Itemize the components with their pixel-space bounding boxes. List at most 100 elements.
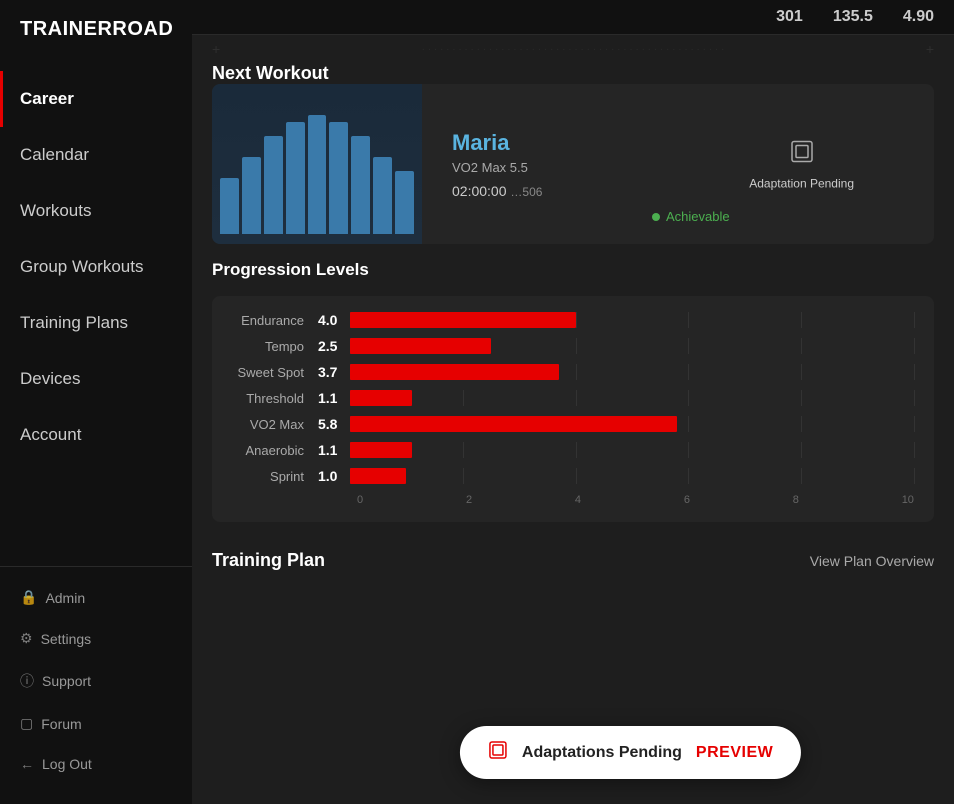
chart-bar-5 (308, 115, 327, 234)
preview-button[interactable]: PREVIEW (696, 744, 773, 762)
progression-title: Progression Levels (212, 260, 934, 280)
chart-value-4: 5.8 (312, 416, 350, 432)
settings-label: Settings (41, 631, 92, 647)
next-workout-card[interactable]: Maria VO2 Max 5.5 02:00:00 …506 Achievab… (212, 84, 934, 244)
chart-label-2: Sweet Spot (232, 365, 312, 380)
chart-bar-6 (329, 122, 348, 234)
adaptation-label: Adaptation Pending (749, 177, 854, 191)
sidebar-item-account[interactable]: Account (0, 407, 192, 463)
x-label-2: 2 (466, 494, 472, 506)
next-workout-title: Next Workout (212, 63, 329, 84)
x-label-4: 4 (575, 494, 581, 506)
chart-label-1: Tempo (232, 339, 312, 354)
chart-value-0: 4.0 (312, 312, 350, 328)
app-logo: TRAINERROAD (0, 0, 192, 61)
chart-value-5: 1.1 (312, 442, 350, 458)
x-label-10: 10 (902, 494, 914, 506)
x-axis: 0 2 4 6 8 10 (232, 494, 914, 506)
x-label-0: 0 (357, 494, 363, 506)
workout-chart (212, 84, 422, 244)
workout-info: Maria VO2 Max 5.5 02:00:00 …506 Achievab… (432, 84, 934, 244)
stat-2: 135.5 (833, 8, 873, 26)
chart-bar-container-4 (350, 416, 914, 432)
plus-icon-right: + (926, 41, 934, 57)
chart-bar-fill-3 (350, 390, 412, 406)
next-workout-header: Next Workout (212, 63, 934, 84)
chart-bar-container-2 (350, 364, 914, 380)
chart-bar-fill-0 (350, 312, 576, 328)
info-icon: ⓘ (20, 671, 34, 691)
adaptations-text: Adaptations Pending (522, 744, 682, 762)
adaptation-badge: Adaptation Pending (749, 138, 854, 191)
adaptations-icon (488, 740, 508, 765)
adaptation-icon (788, 138, 816, 173)
chart-bar-container-1 (350, 338, 914, 354)
plus-icon-left: + (212, 41, 220, 57)
chart-bar-container-0 (350, 312, 914, 328)
chart-row-threshold: Threshold1.1 (232, 390, 914, 406)
sidebar-item-devices[interactable]: Devices (0, 351, 192, 407)
sidebar-item-training-plans[interactable]: Training Plans (0, 295, 192, 351)
training-plan-title: Training Plan (212, 550, 325, 571)
chart-bar-container-6 (350, 468, 914, 484)
chart-bar-container-5 (350, 442, 914, 458)
admin-link[interactable]: 🔒 Admin (0, 577, 192, 618)
dot-decoration: · · · · · · · · · · · · · · · · · · · · … (422, 44, 725, 55)
chart-bar-8 (373, 157, 392, 234)
chart-value-3: 1.1 (312, 390, 350, 406)
chart-bar-4 (286, 122, 305, 234)
forum-icon: ▢ (20, 715, 33, 732)
view-plan-link[interactable]: View Plan Overview (810, 553, 934, 569)
achievable-label: Achievable (666, 209, 730, 224)
chart-label-4: VO2 Max (232, 417, 312, 432)
chart-bar-container-3 (350, 390, 914, 406)
support-link[interactable]: ⓘ Support (0, 659, 192, 703)
chart-label-0: Endurance (232, 313, 312, 328)
chart-bar-1 (220, 178, 239, 234)
sidebar-item-group-workouts[interactable]: Group Workouts (0, 239, 192, 295)
logout-link[interactable]: ← Log Out (0, 744, 192, 784)
forum-link[interactable]: ▢ Forum (0, 703, 192, 744)
gear-icon: ⚙ (20, 630, 33, 647)
stat-1: 301 (776, 8, 803, 26)
sidebar-item-career[interactable]: Career (0, 71, 192, 127)
sidebar-item-workouts[interactable]: Workouts (0, 183, 192, 239)
stat-3: 4.90 (903, 8, 934, 26)
logout-icon: ← (20, 756, 34, 772)
chart-bar-fill-4 (350, 416, 677, 432)
chart-label-5: Anaerobic (232, 443, 312, 458)
workout-sub-info: …506 (510, 185, 542, 199)
support-label: Support (42, 673, 91, 689)
sidebar: TRAINERROAD Career Calendar Workouts Gro… (0, 0, 192, 804)
x-label-8: 8 (793, 494, 799, 506)
chart-bar-fill-2 (350, 364, 559, 380)
adaptations-banner: Adaptations Pending PREVIEW (460, 726, 801, 779)
sidebar-item-calendar[interactable]: Calendar (0, 127, 192, 183)
chart-row-anaerobic: Anaerobic1.1 (232, 442, 914, 458)
app-name: TRAINERROAD (20, 18, 172, 41)
main-content: 301 135.5 4.90 + · · · · · · · · · · · ·… (192, 0, 954, 804)
sidebar-bottom: 🔒 Admin ⚙ Settings ⓘ Support ▢ Forum ← L… (0, 566, 192, 804)
achievable-badge: Achievable (652, 209, 730, 224)
settings-link[interactable]: ⚙ Settings (0, 618, 192, 659)
chart-bar-fill-1 (350, 338, 491, 354)
chart-row-endurance: Endurance4.0 (232, 312, 914, 328)
achievable-dot (652, 213, 660, 221)
chart-bar-fill-6 (350, 468, 406, 484)
progression-rows: Endurance4.0Tempo2.5Sweet Spot3.7Thresho… (232, 312, 914, 484)
chart-row-sprint: Sprint1.0 (232, 468, 914, 484)
chart-value-6: 1.0 (312, 468, 350, 484)
training-plan-header: Training Plan View Plan Overview (212, 538, 934, 583)
decoration-row: + · · · · · · · · · · · · · · · · · · · … (192, 35, 954, 63)
logout-label: Log Out (42, 756, 92, 772)
chart-value-1: 2.5 (312, 338, 350, 354)
chart-row-tempo: Tempo2.5 (232, 338, 914, 354)
chart-bar-9 (395, 171, 414, 234)
chart-row-vo2-max: VO2 Max5.8 (232, 416, 914, 432)
chart-bar-3 (264, 136, 283, 234)
chart-label-6: Sprint (232, 469, 312, 484)
chart-row-sweet-spot: Sweet Spot3.7 (232, 364, 914, 380)
forum-label: Forum (41, 716, 81, 732)
x-label-6: 6 (684, 494, 690, 506)
top-bar: 301 135.5 4.90 (192, 0, 954, 35)
